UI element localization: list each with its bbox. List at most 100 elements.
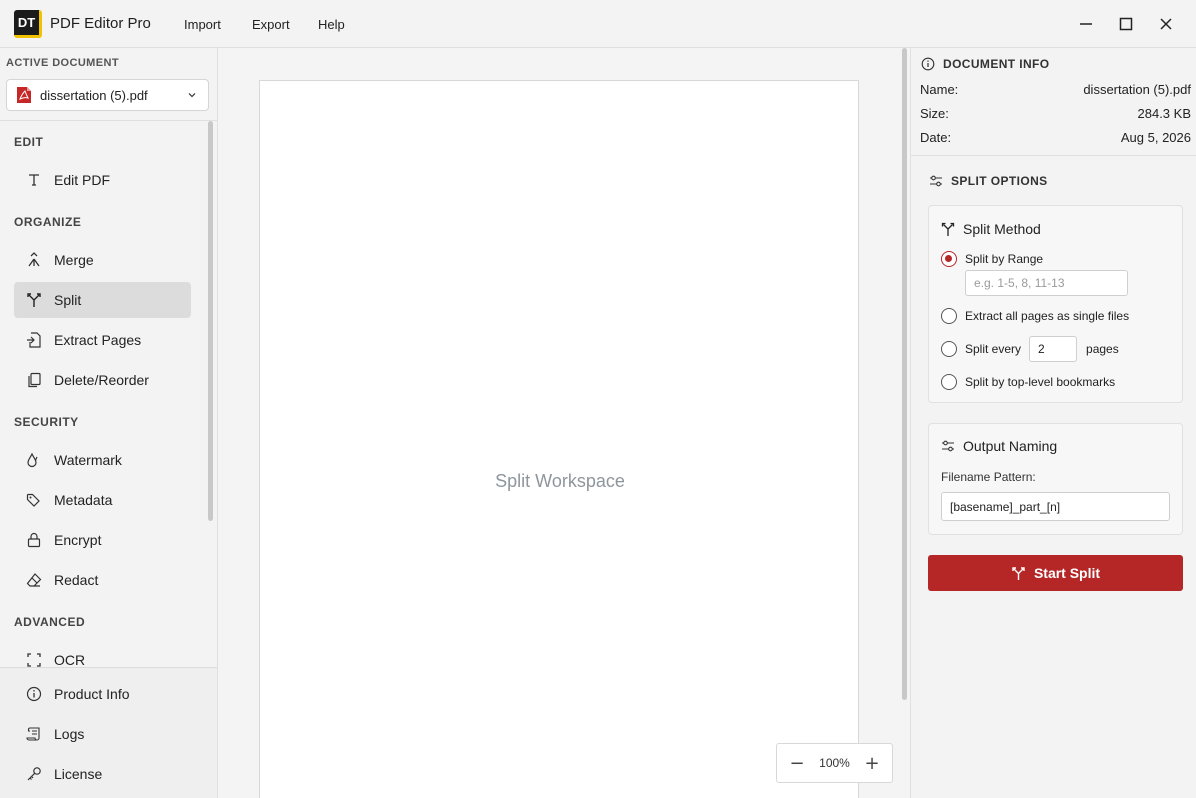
close-icon <box>1160 18 1172 30</box>
sidebar-item-license[interactable]: License <box>14 756 191 792</box>
section-edit: EDIT <box>14 135 44 149</box>
section-advanced: ADVANCED <box>14 615 86 629</box>
range-input[interactable] <box>965 270 1128 296</box>
pdf-file-icon <box>17 87 31 103</box>
sidebar-item-label: Extract Pages <box>54 332 142 348</box>
droplet-icon <box>27 452 38 468</box>
active-document-name: dissertation (5).pdf <box>40 87 148 103</box>
scroll-icon <box>26 727 40 741</box>
filename-pattern-input[interactable] <box>941 492 1170 521</box>
split-every-input[interactable] <box>1029 336 1078 362</box>
sidebar-item-label: Split <box>54 292 82 308</box>
menu-help[interactable]: Help <box>318 17 345 32</box>
zoom-level: 100% <box>819 756 850 770</box>
maximize-button[interactable] <box>1114 12 1138 36</box>
menu-import[interactable]: Import <box>184 17 221 32</box>
active-document-label: ACTIVE DOCUMENT <box>6 57 119 69</box>
sidebar-item-label: Redact <box>54 572 99 588</box>
split-icon <box>941 222 955 236</box>
pdf-page-canvas[interactable]: Split Workspace <box>259 80 859 798</box>
sidebar-item-merge[interactable]: Merge <box>14 242 191 278</box>
split-method-card: Split Method Split by Range Extract all … <box>928 205 1183 403</box>
sidebar-scrollbar[interactable] <box>208 121 213 521</box>
sidebar-item-label: Delete/Reorder <box>54 372 149 388</box>
sidebar-item-label: OCR <box>54 652 86 667</box>
minimize-button[interactable] <box>1074 12 1098 36</box>
right-panel: DOCUMENT INFO Name: dissertation (5).pdf … <box>910 48 1196 798</box>
sidebar-bottom: Product Info Logs License <box>0 667 217 798</box>
option-split-by-range[interactable]: Split by Range <box>941 251 1043 267</box>
sidebar: ACTIVE DOCUMENT dissertation (5).pdf EDI… <box>0 48 218 798</box>
title-bar: DT PDF Editor Pro Import Export Help <box>0 0 1196 48</box>
split-icon <box>1012 566 1025 580</box>
radio-split-every[interactable] <box>941 341 957 357</box>
sliders-icon <box>942 440 954 452</box>
chevron-down-icon <box>188 93 196 98</box>
sliders-icon <box>930 175 942 187</box>
document-date-value: Aug 5, 2026 <box>1120 130 1191 145</box>
info-icon <box>26 686 42 702</box>
info-row-size: Size: 284.3 KB <box>920 106 1191 121</box>
sidebar-item-label: License <box>54 766 103 782</box>
section-security: SECURITY <box>14 415 79 429</box>
output-naming-title: Output Naming <box>941 438 1057 454</box>
scan-icon <box>27 653 41 667</box>
sidebar-item-encrypt[interactable]: Encrypt <box>14 522 191 558</box>
zoom-out-button[interactable]: − <box>789 753 805 774</box>
sidebar-item-logs[interactable]: Logs <box>14 716 191 752</box>
option-split-every[interactable]: Split every pages <box>941 336 1119 362</box>
sidebar-item-label: Watermark <box>54 452 122 468</box>
key-icon <box>27 767 41 781</box>
output-naming-card: Output Naming Filename Pattern: <box>928 423 1183 535</box>
split-method-title: Split Method <box>941 221 1041 237</box>
maximize-icon <box>1119 17 1133 31</box>
text-icon <box>29 174 39 186</box>
sidebar-item-label: Encrypt <box>54 532 102 548</box>
copy-icon <box>28 372 41 388</box>
start-split-button[interactable]: Start Split <box>928 555 1183 591</box>
sidebar-item-label: Metadata <box>54 492 113 508</box>
info-icon <box>921 57 935 71</box>
sidebar-item-edit-pdf[interactable]: Edit PDF <box>14 162 191 198</box>
split-options-heading: SPLIT OPTIONS <box>929 174 1048 188</box>
sidebar-item-delete-reorder[interactable]: Delete/Reorder <box>14 362 191 398</box>
active-document-select[interactable]: dissertation (5).pdf <box>6 79 209 111</box>
sidebar-item-metadata[interactable]: Metadata <box>14 482 191 518</box>
filename-pattern-label: Filename Pattern: <box>941 470 1036 484</box>
radio-extract-all[interactable] <box>941 308 957 324</box>
workspace-scrollbar[interactable] <box>902 48 907 700</box>
workspace: Split Workspace − 100% + <box>218 48 910 798</box>
document-size-value: 284.3 KB <box>1137 106 1192 121</box>
sidebar-item-split[interactable]: Split <box>14 282 191 318</box>
sidebar-item-product-info[interactable]: Product Info <box>14 676 191 712</box>
info-row-date: Date: Aug 5, 2026 <box>920 130 1191 145</box>
section-organize: ORGANIZE <box>14 215 82 229</box>
option-split-by-bookmarks[interactable]: Split by top-level bookmarks <box>941 374 1115 390</box>
sidebar-item-label: Merge <box>54 252 94 268</box>
option-extract-all[interactable]: Extract all pages as single files <box>941 308 1129 324</box>
sidebar-item-watermark[interactable]: Watermark <box>14 442 191 478</box>
workspace-label: Split Workspace <box>495 471 625 491</box>
sidebar-item-redact[interactable]: Redact <box>14 562 191 598</box>
menu-export[interactable]: Export <box>252 17 290 32</box>
split-icon <box>27 293 41 307</box>
eraser-icon <box>26 573 42 587</box>
document-info-heading: DOCUMENT INFO <box>921 57 1050 71</box>
sidebar-item-label: Product Info <box>54 686 130 702</box>
lock-icon <box>27 532 41 548</box>
radio-split-by-bookmarks[interactable] <box>941 374 957 390</box>
app-logo: DT <box>14 10 42 38</box>
zoom-in-button[interactable]: + <box>864 753 880 774</box>
sidebar-item-label: Edit PDF <box>54 172 111 188</box>
sidebar-item-ocr[interactable]: OCR <box>14 642 191 667</box>
app-title: PDF Editor Pro <box>50 15 151 32</box>
extract-icon <box>27 332 41 348</box>
radio-split-by-range[interactable] <box>941 251 957 267</box>
sidebar-item-extract-pages[interactable]: Extract Pages <box>14 322 191 358</box>
document-name-value: dissertation (5).pdf <box>1083 82 1191 97</box>
info-row-name: Name: dissertation (5).pdf <box>920 82 1191 97</box>
right-panel-divider <box>911 155 1196 156</box>
close-button[interactable] <box>1154 12 1178 36</box>
merge-icon <box>28 252 40 267</box>
sidebar-nav: EDIT Edit PDF ORGANIZE Merge Split Extra… <box>0 121 217 667</box>
